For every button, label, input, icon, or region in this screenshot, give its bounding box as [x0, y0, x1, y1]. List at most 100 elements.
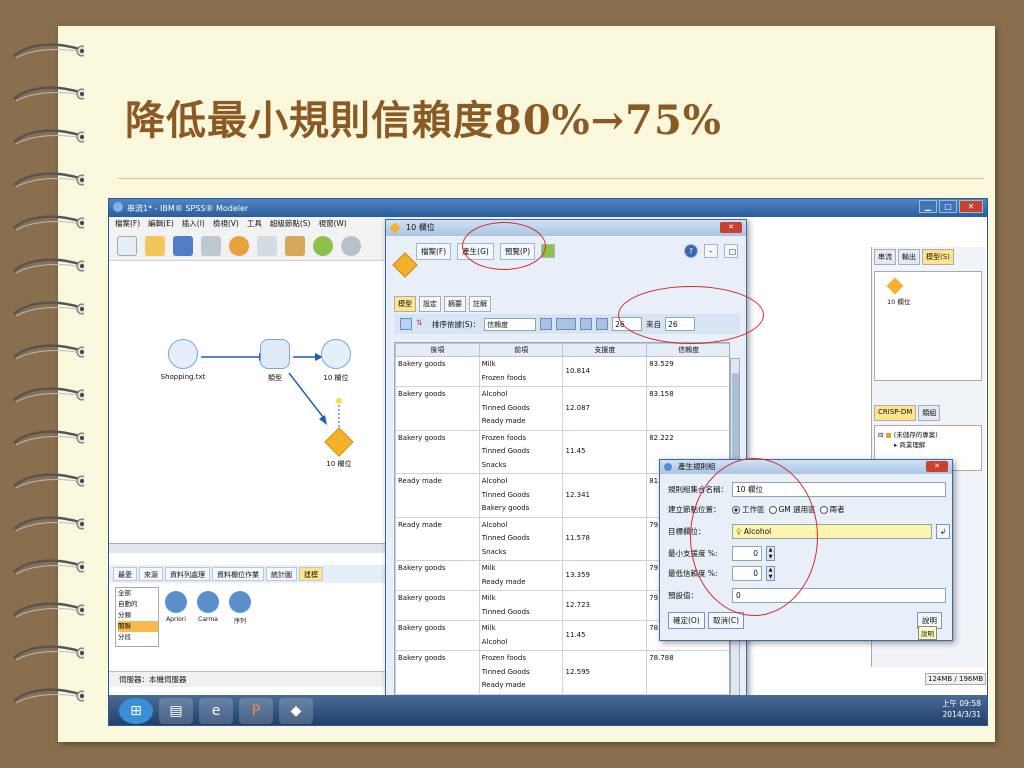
table-row[interactable]: Bakery goods Frozen foods Tinned Goods Read… [395, 650, 729, 695]
manager-tab[interactable]: 模型(S) [922, 249, 954, 265]
file-node-icon [168, 339, 198, 369]
antecedent-item: Tinned Goods [481, 447, 530, 455]
menu-item[interactable]: 檔案(F) [115, 217, 140, 231]
generate-dialog-close-icon[interactable]: ✕ [926, 461, 948, 472]
manager-tab[interactable]: 輸出 [898, 249, 920, 265]
spiral-ring [10, 556, 88, 578]
table-row[interactable]: Bakery goods Alcohol Tinned Goods Ready mad… [395, 386, 729, 431]
filter-icon[interactable] [540, 318, 553, 330]
help-button[interactable]: ? [684, 244, 698, 258]
table-row[interactable]: Bakery goods Milk Frozen foods 10.814 83.529 [395, 356, 729, 387]
palette-category[interactable]: 全部 [118, 588, 158, 599]
type-node-label: 類型 [268, 374, 282, 382]
menu-item[interactable]: 編輯(E) [148, 217, 174, 231]
column-header[interactable]: 信賴度 [646, 343, 729, 357]
maximize-dialog-icon[interactable]: □ [724, 244, 738, 258]
menu-item[interactable]: 插入(I) [182, 217, 205, 231]
explorer-icon[interactable]: ▤ [159, 698, 193, 724]
palette-tab[interactable]: 建模 [299, 567, 323, 581]
palette-category[interactable]: 分段 [118, 632, 158, 643]
menu-item[interactable]: 檢視(V) [213, 217, 239, 231]
maximize-icon[interactable]: □ [939, 200, 957, 213]
sort-combo[interactable]: 信賴度 [484, 317, 537, 331]
paste-icon[interactable] [285, 236, 305, 256]
palette-tab[interactable]: 資料列處理 [165, 567, 210, 581]
antecedent-item: Tinned Goods [481, 403, 530, 412]
menu-item[interactable]: 視窗(W) [318, 217, 346, 231]
ok-button[interactable]: 確定(O) [668, 612, 705, 629]
palette-node[interactable]: 序列 [229, 591, 251, 625]
print-icon[interactable] [201, 236, 221, 256]
save-icon[interactable] [173, 236, 193, 256]
radio-icon [819, 506, 828, 514]
column-header[interactable]: 後項 [395, 343, 480, 357]
new-icon[interactable] [117, 236, 137, 256]
location-option-3[interactable]: 兩者 [819, 504, 845, 515]
clock-time: 上午 09:58 [942, 699, 981, 708]
open-folder-icon[interactable] [145, 236, 165, 256]
palette-category[interactable]: 關聯 [118, 621, 158, 632]
columns-icon[interactable] [556, 318, 577, 330]
undo-icon[interactable] [313, 236, 333, 256]
modeler-taskbar-icon[interactable]: ◆ [279, 698, 313, 724]
rules-view-icon[interactable] [400, 318, 412, 330]
palette-category[interactable]: 自動的 [118, 599, 158, 610]
column-header[interactable]: 前項 [478, 343, 564, 357]
main-window-title: 串流1* - IBM® SPSS® Modeler [127, 204, 249, 213]
sort-direction-icon[interactable]: ⇅ [416, 318, 428, 330]
antecedent-item: Milk [481, 624, 496, 632]
source-node[interactable]: Shopping.txt [157, 339, 209, 381]
generate-dialog-titlebar: 產生規則組 ✕ [660, 460, 952, 474]
canvas-hscroll[interactable] [109, 543, 394, 553]
confidence-cell: 78.788 [646, 650, 729, 695]
powerpoint-icon[interactable]: P [239, 698, 273, 724]
menu-item[interactable]: 工具 [247, 217, 262, 231]
manager-tab[interactable]: 串流 [874, 249, 896, 265]
palette-node[interactable]: Carma [197, 591, 219, 625]
column-header[interactable]: 支援度 [562, 343, 648, 357]
project-tab[interactable]: 類組 [918, 405, 941, 421]
minimize-dialog-icon[interactable]: – [704, 244, 718, 258]
palette-tab[interactable]: 統計圖 [266, 567, 297, 581]
project-tab[interactable]: CRISP-DM [874, 405, 917, 421]
palette-tab[interactable]: 最愛 [113, 567, 137, 581]
dialog-tab[interactable]: 摘要 [444, 296, 466, 312]
model-list-item[interactable]: 10 欄位 [887, 296, 981, 306]
stream-canvas[interactable]: Shopping.txt 類型 10 欄位 10 欄位 [109, 263, 394, 543]
ie-icon[interactable]: e [199, 698, 233, 724]
server-status: 伺服器：本機伺服器 [119, 675, 187, 684]
slide-title: 降低最小規則信賴度80%→75% [125, 97, 722, 144]
palette-node[interactable]: Apriori [165, 591, 187, 625]
highlight-count-ellipse [618, 286, 764, 344]
start-orb-icon[interactable]: ⊞ [119, 698, 153, 724]
dialog-tab[interactable]: 模型 [394, 296, 416, 312]
antecedent-item: Milk [481, 360, 496, 368]
consequent-cell: Bakery goods [395, 386, 480, 431]
type-node[interactable]: 類型 [251, 339, 299, 383]
palette-tab[interactable]: 資料欄位作業 [212, 567, 264, 581]
model-nugget-node[interactable]: 10 欄位 [313, 427, 365, 469]
palette-tab[interactable]: 來源 [139, 567, 163, 581]
binoculars-icon[interactable] [596, 318, 609, 330]
tree-child[interactable]: ▸ 商業理解 [878, 439, 978, 449]
palette-category[interactable]: 分類 [118, 610, 158, 621]
close-icon[interactable]: ✕ [959, 200, 983, 213]
minimize-icon[interactable]: ▁ [919, 200, 937, 213]
redo-icon[interactable] [341, 236, 361, 256]
rules-header: 後項 前項 支援度 信賴度 [395, 343, 729, 357]
modeler-screenshot: 串流1* - IBM® SPSS® Modeler ▁ □ ✕ 檔案(F) 編輯(… [108, 198, 988, 726]
cancel-button[interactable]: 取消(C) [708, 612, 745, 629]
copy-icon[interactable] [257, 236, 277, 256]
file-menu-button[interactable]: 檔案(F) [416, 242, 452, 260]
tree-root[interactable]: ⊟ ■ (未儲存的專案) [878, 429, 978, 439]
field-picker-icon[interactable]: ↲ [936, 524, 950, 539]
model-node[interactable]: 10 欄位 [309, 339, 363, 383]
dialog-close-icon[interactable]: ✕ [720, 222, 742, 233]
dialog-tab[interactable]: 註解 [469, 296, 491, 312]
dialog-tab[interactable]: 設定 [419, 296, 441, 312]
cut-icon[interactable] [229, 236, 249, 256]
funnel-icon[interactable] [580, 318, 593, 330]
antecedent-item: Snacks [481, 547, 507, 556]
menu-item[interactable]: 超級節點(S) [270, 217, 311, 231]
consequent-cell: Bakery goods [395, 560, 480, 591]
